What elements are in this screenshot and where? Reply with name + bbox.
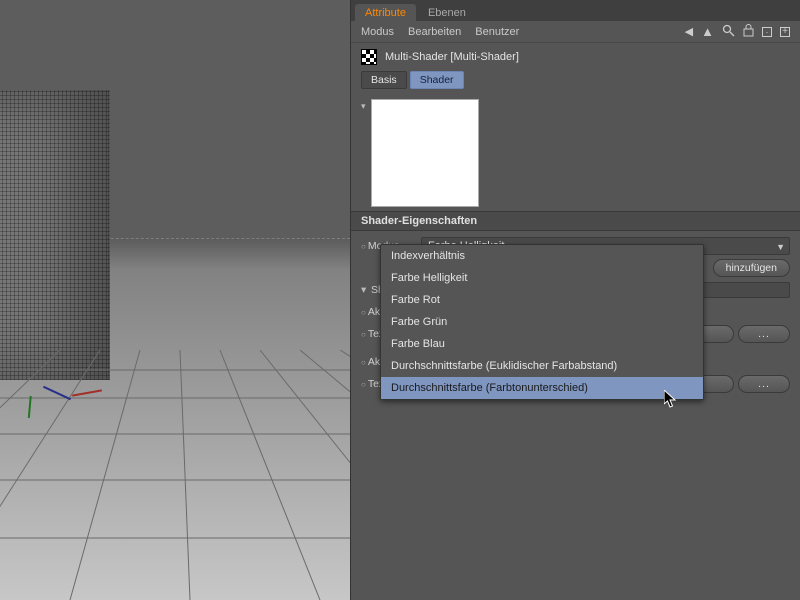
dropdown-option[interactable]: Farbe Blau (381, 333, 703, 355)
textur-browse-button-2[interactable]: ... (738, 375, 790, 393)
hinzufuegen-button[interactable]: hinzufügen (713, 259, 790, 277)
nav-up-icon[interactable]: ▲ (701, 24, 714, 39)
multi-shader-icon (361, 49, 377, 65)
subtab-basis[interactable]: Basis (361, 71, 407, 89)
preview-collapse-icon[interactable]: ▾ (361, 99, 371, 207)
nav-back-icon[interactable]: ◀ (685, 25, 693, 38)
modus-dropdown[interactable]: Indexverhältnis Farbe Helligkeit Farbe R… (380, 244, 704, 400)
menu-benutzer[interactable]: Benutzer (475, 26, 519, 38)
attribute-subtabs: Basis Shader (351, 71, 800, 95)
textur-browse-button-1[interactable]: ... (738, 325, 790, 343)
axis-gizmo (20, 392, 102, 394)
menu-modus[interactable]: Modus (361, 26, 394, 38)
tab-attribute[interactable]: Attribute (355, 4, 416, 21)
subtab-shader[interactable]: Shader (410, 71, 464, 89)
floor-grid (0, 350, 350, 600)
new-tab-icon[interactable]: · (762, 27, 772, 37)
cube-mesh (0, 90, 110, 380)
dropdown-option[interactable]: Farbe Rot (381, 289, 703, 311)
object-title: Multi-Shader [Multi-Shader] (385, 51, 519, 63)
dropdown-option[interactable]: Indexverhältnis (381, 245, 703, 267)
panel-tabs: Attribute Ebenen (351, 0, 800, 21)
menu-bearbeiten[interactable]: Bearbeiten (408, 26, 461, 38)
tab-ebenen[interactable]: Ebenen (418, 4, 476, 21)
lock-icon[interactable] (743, 24, 754, 40)
search-icon[interactable] (722, 24, 735, 40)
object-header: Multi-Shader [Multi-Shader] (351, 43, 800, 71)
dropdown-option[interactable]: Farbe Helligkeit (381, 267, 703, 289)
3d-viewport[interactable] (0, 0, 350, 600)
chevron-down-icon: ▼ (776, 242, 785, 252)
panel-menubar: Modus Bearbeiten Benutzer ◀ ▲ · + (351, 21, 800, 43)
shader-preview[interactable] (371, 99, 479, 207)
add-icon[interactable]: + (780, 27, 790, 37)
dropdown-option[interactable]: Durchschnittsfarbe (Euklidischer Farbabs… (381, 355, 703, 377)
dropdown-option[interactable]: Farbe Grün (381, 311, 703, 333)
panel-empty-area (351, 405, 800, 600)
dropdown-option-highlighted[interactable]: Durchschnittsfarbe (Farbtonunterschied) (381, 377, 703, 399)
section-shader-eigenschaften: Shader-Eigenschaften (351, 211, 800, 231)
